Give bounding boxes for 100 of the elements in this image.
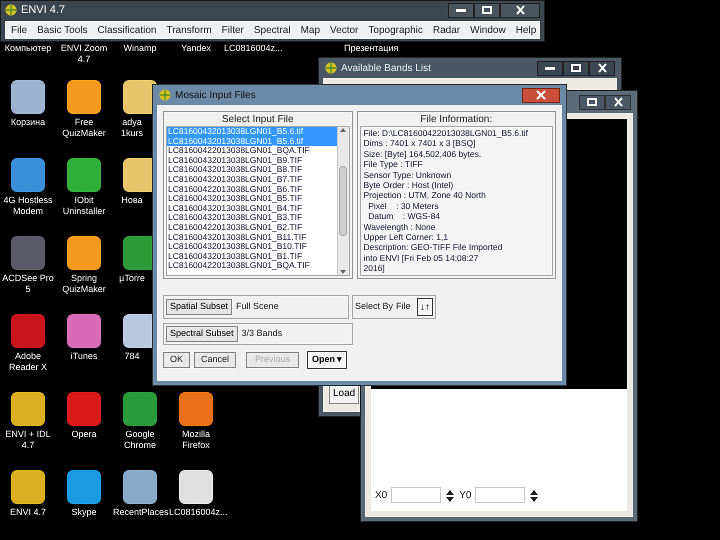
desktop-icon-label[interactable]: adya 1kurs	[112, 117, 152, 139]
close-icon	[614, 97, 622, 107]
file-list-item[interactable]: LC81600422013038LGN01_BQA.TIF	[167, 261, 337, 271]
desktop-icon-label[interactable]: Yandex	[168, 43, 224, 54]
desktop-icon-label[interactable]: IObit Uninstaller	[56, 195, 112, 217]
desktop-app-icon[interactable]	[67, 80, 101, 114]
menu-item[interactable]: Vector	[330, 22, 358, 38]
desktop-app-icon[interactable]	[67, 236, 101, 270]
desktop-icon-label[interactable]: RecentPlaces	[112, 507, 168, 518]
desktop-app-icon[interactable]	[11, 80, 45, 114]
panel-header: Select Input File	[220, 114, 295, 126]
menu-item[interactable]: Transform	[166, 22, 212, 38]
maximize-button[interactable]	[563, 60, 589, 76]
desktop-app-icon[interactable]	[123, 470, 157, 504]
file-list-item[interactable]: LC81600422013038LGN01_B2.TIF	[167, 222, 337, 233]
window-title: Mosaic Input Files	[175, 88, 256, 102]
maximize-button[interactable]	[579, 94, 605, 110]
file-list-item[interactable]: LC81600432013038LGN01_B10.TIF	[167, 242, 337, 252]
minimize-button[interactable]	[537, 60, 563, 76]
window-title: Available Bands List	[341, 62, 431, 76]
file-list-item[interactable]: LC81600432013038LGN01_B9.TIF	[167, 156, 337, 166]
file-list-item[interactable]: LC81600422013038LGN01_B6.TIF	[167, 184, 337, 194]
desktop-icon-label[interactable]: Spring QuizMaker	[56, 273, 112, 295]
desktop-app-icon[interactable]	[179, 470, 213, 504]
desktop-app-icon[interactable]	[67, 158, 101, 192]
close-button[interactable]	[605, 94, 631, 110]
maximize-icon	[587, 98, 597, 106]
desktop-icon-label[interactable]: iTunes	[56, 351, 112, 362]
info-line: Wavelength : None	[364, 222, 436, 232]
desktop-icon-label[interactable]: ENVI 4.7	[0, 507, 56, 518]
close-button[interactable]	[589, 60, 615, 76]
desktop-icon-label[interactable]: Компьютер	[0, 43, 56, 54]
desktop-icon-label[interactable]: Google Chrome	[112, 429, 168, 451]
desktop-app-icon[interactable]	[67, 470, 101, 504]
menu-item[interactable]: Help	[516, 22, 536, 38]
spectral-subset-button[interactable]: Spectral Subset	[166, 326, 238, 342]
file-list-item[interactable]: LC81600422013038LGN01_BQA.TIF	[167, 146, 337, 156]
file-list-item[interactable]: LC81600432013038LGN01_B1.TIF	[167, 252, 337, 262]
scrollbar-thumb[interactable]	[339, 166, 348, 236]
close-icon	[535, 90, 547, 100]
info-line: File Type : TIFF	[364, 159, 424, 170]
info-line: Description: GEO-TIFF File Imported	[364, 242, 504, 253]
close-icon	[598, 63, 606, 73]
desktop-icon-label[interactable]: ACDSee Pro 5	[0, 273, 56, 295]
maximize-button[interactable]	[474, 2, 500, 18]
file-list-item[interactable]: LC81600432013038LGN01_B11.TIF	[167, 232, 337, 242]
desktop-icon-label[interactable]: 784	[112, 351, 152, 362]
menu-item[interactable]: File	[11, 22, 28, 38]
menu-item[interactable]: Map	[300, 22, 320, 38]
panel-header: File Information:	[419, 114, 494, 126]
spatial-subset-button[interactable]: Spatial Subset	[166, 299, 232, 315]
close-button[interactable]	[500, 2, 540, 18]
minimize-button[interactable]	[448, 2, 474, 18]
menu-item[interactable]: Filter	[222, 22, 244, 38]
desktop-icon-label[interactable]: µTorre	[112, 273, 152, 284]
menu-item[interactable]: Classification	[98, 22, 156, 38]
close-button[interactable]	[522, 88, 560, 102]
desktop-icon-label[interactable]: ENVI + IDL 4.7	[0, 429, 56, 451]
close-icon	[516, 5, 524, 15]
file-list-item[interactable]: LC81600432013038LGN01_B7.TIF	[167, 174, 337, 185]
desktop-icon-label[interactable]: Нова	[112, 195, 152, 206]
desktop-icon-label[interactable]: ENVI Zoom 4.7	[56, 43, 112, 65]
file-list-item[interactable]: LC81600432013038LGN01_B8.TIF	[167, 165, 337, 175]
subset-value: 3/3 Bands	[242, 327, 282, 340]
menu-item[interactable]: Radar	[432, 22, 460, 38]
desktop-icon-label[interactable]: Winamp	[112, 43, 168, 54]
dialog-button[interactable]: OK	[163, 352, 190, 368]
file-list-item[interactable]: LC81600432013038LGN01_B5.TIF	[167, 194, 337, 204]
desktop-app-icon[interactable]	[11, 470, 45, 504]
info-line: Byte Order : Host (Intel)	[364, 180, 454, 190]
menu-item[interactable]: Spectral	[254, 22, 291, 38]
open-dropdown-button[interactable]: Open ▾	[307, 351, 348, 369]
coordinate-input[interactable]	[475, 487, 526, 503]
scrollbar[interactable]	[336, 127, 349, 275]
desktop-icon-label[interactable]: Free QuizMaker	[56, 117, 112, 139]
desktop-app-icon[interactable]	[179, 392, 213, 426]
info-line: Upper Left Corner: 1,1	[364, 232, 450, 242]
menu-item[interactable]: Topographic	[368, 22, 423, 38]
desktop-icon-label[interactable]: 4G Hostless Modem	[0, 195, 56, 217]
desktop-icon-label[interactable]: Mozilla Firefox	[168, 429, 224, 451]
desktop-icon-label[interactable]: Презентация	[344, 43, 398, 54]
desktop-icon-label[interactable]: Корзина	[0, 117, 56, 128]
coordinate-input[interactable]	[391, 487, 442, 503]
menu-item[interactable]: Window	[470, 22, 506, 38]
desktop-icon-label[interactable]: Skype	[56, 507, 112, 518]
desktop-icon-label[interactable]: LC0816004z...	[224, 43, 280, 54]
minimize-icon	[456, 8, 466, 12]
file-list-item[interactable]: LC81600432013038LGN01_B4.TIF	[167, 204, 337, 214]
sort-button[interactable]: ↓↑	[417, 298, 433, 316]
menu-item[interactable]: Basic Tools	[37, 22, 88, 38]
desktop-icon-label[interactable]: Opera	[56, 429, 112, 440]
desktop-app-icon[interactable]	[11, 392, 45, 426]
desktop-icon-label[interactable]: Adobe Reader X	[0, 351, 56, 373]
desktop-app-icon[interactable]	[67, 314, 101, 348]
file-list-item[interactable]: LC81600432013038LGN01_B3.TIF	[167, 213, 337, 223]
desktop-app-icon[interactable]	[11, 158, 45, 192]
dialog-button[interactable]: Cancel	[194, 352, 236, 368]
app-logo-icon	[325, 62, 337, 74]
minimize-icon	[545, 66, 555, 70]
info-line: File: D:\LC81600422013038LGN01_B5.6.tif	[364, 128, 529, 138]
